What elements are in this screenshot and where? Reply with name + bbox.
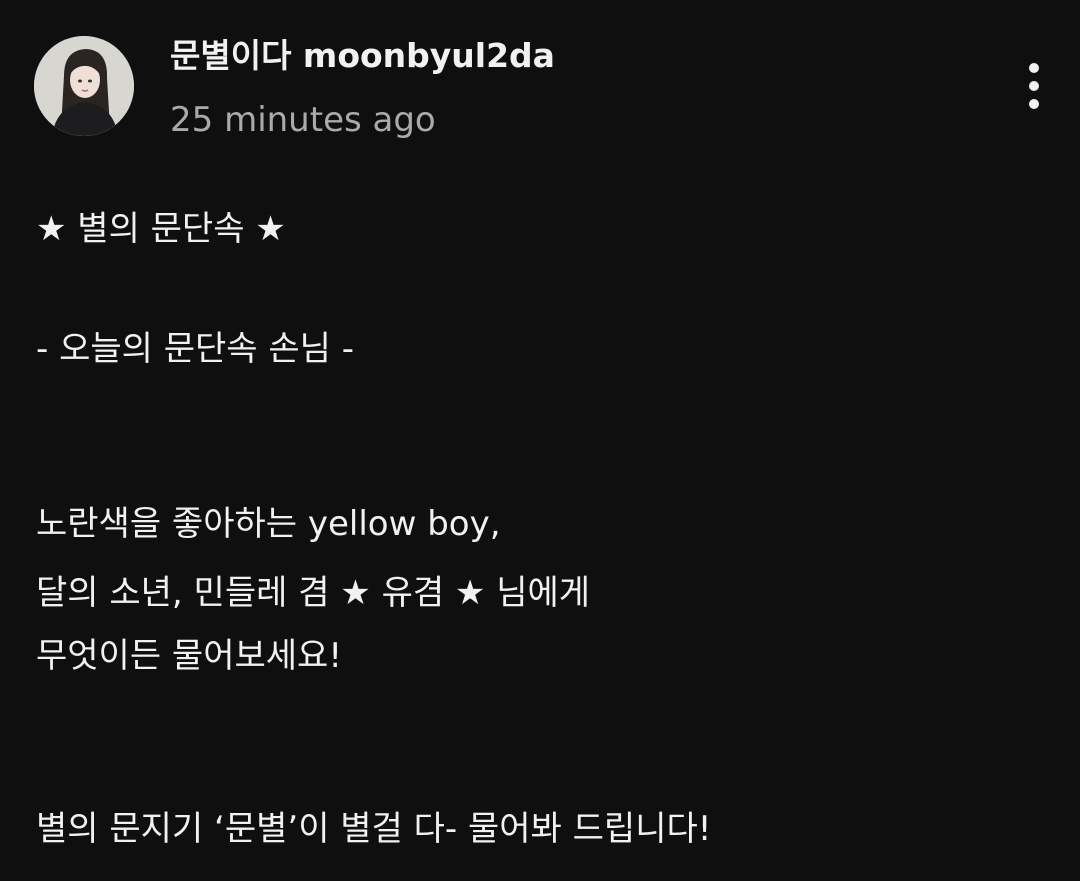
post-header: 문별이다 moonbyul2da 25 minutes ago <box>0 0 1080 160</box>
post-title-line: ★ 별의 문단속 ★ <box>36 209 286 249</box>
author-name[interactable]: 문별이다 moonbyul2da <box>170 34 555 78</box>
avatar[interactable] <box>34 36 134 136</box>
avatar-photo <box>34 36 134 136</box>
post-body-line-2: 달의 소년, 민들레 겸 ★ 유겸 ★ 님에게 <box>36 573 591 613</box>
post-guest-heading-line: - 오늘의 문단속 손님 - <box>36 329 355 369</box>
post-closing-line: 별의 문지기 ‘문별’이 별걸 다- 물어봐 드립니다! <box>36 809 712 849</box>
more-vertical-icon <box>1029 63 1039 73</box>
more-options-button[interactable] <box>1014 58 1056 114</box>
more-vertical-icon-dot-3 <box>1029 99 1039 109</box>
post-body-line-1: 노란색을 좋아하는 yellow boy, <box>36 504 501 544</box>
post-body-line-3: 무엇이든 물어보세요! <box>36 636 342 676</box>
post-timestamp[interactable]: 25 minutes ago <box>170 98 436 142</box>
more-vertical-icon-dot-2 <box>1029 81 1039 91</box>
